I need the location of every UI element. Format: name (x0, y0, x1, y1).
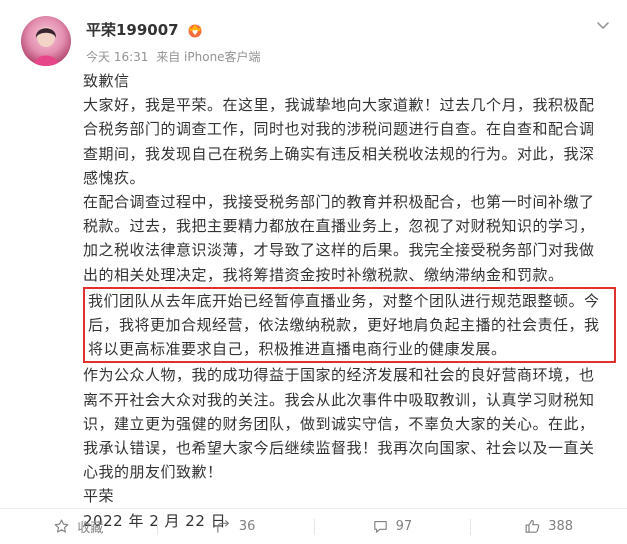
signature: 平荣 (83, 487, 115, 506)
paragraph: 作为公众人物，我的成功得益于国家的经济发展和社会的良好营商环境，也离不开社会大众… (83, 366, 595, 482)
repost-button[interactable]: 36 (156, 509, 314, 544)
vip-badge-icon[interactable]: ♥ (186, 22, 204, 38)
author-name[interactable]: 平荣199007 (86, 19, 179, 40)
weibo-post: 平荣199007 ♥ 今天 16:31 来自 iPhone客户端 致歉信 大家好… (0, 0, 627, 544)
like-button[interactable]: 388 (470, 509, 627, 544)
highlighted-paragraph: 我们团队从去年底开始已经暂停直播业务，对整个团队进行规范跟整顿。今后，我将更加合… (83, 286, 616, 364)
favorite-button[interactable]: 收藏 (0, 509, 157, 544)
paragraph: 在配合调查过程中，我接受税务部门的教育并积极配合，也第一时间补缴了税款。过去，我… (83, 193, 595, 284)
avatar[interactable] (21, 16, 71, 66)
repost-count: 36 (238, 519, 256, 534)
action-bar: 收藏 36 97 388 (0, 508, 627, 544)
post-content: 致歉信 大家好，我是平荣。在这里，我诚挚地向大家道歉！过去几个月，我积极配合税务… (83, 69, 616, 533)
post-meta: 今天 16:31 来自 iPhone客户端 (86, 48, 265, 65)
star-icon (55, 519, 69, 533)
favorite-label: 收藏 (77, 521, 104, 536)
author-name-row: 平荣199007 ♥ (86, 19, 204, 40)
comment-button[interactable]: 97 (313, 509, 471, 544)
post-time[interactable]: 今天 16:31 (86, 50, 148, 64)
like-count: 388 (548, 519, 574, 534)
comment-icon (373, 520, 387, 533)
like-icon (525, 519, 540, 533)
svg-text:♥: ♥ (191, 29, 197, 37)
paragraph: 大家好，我是平荣。在这里，我诚挚地向大家道歉！过去几个月，我积极配合税务部门的调… (83, 96, 595, 187)
post-title: 致歉信 (83, 72, 130, 90)
repost-icon (217, 520, 229, 533)
comment-count: 97 (395, 519, 413, 534)
post-source: 来自 iPhone客户端 (156, 50, 261, 64)
chevron-down-icon[interactable] (595, 17, 611, 33)
